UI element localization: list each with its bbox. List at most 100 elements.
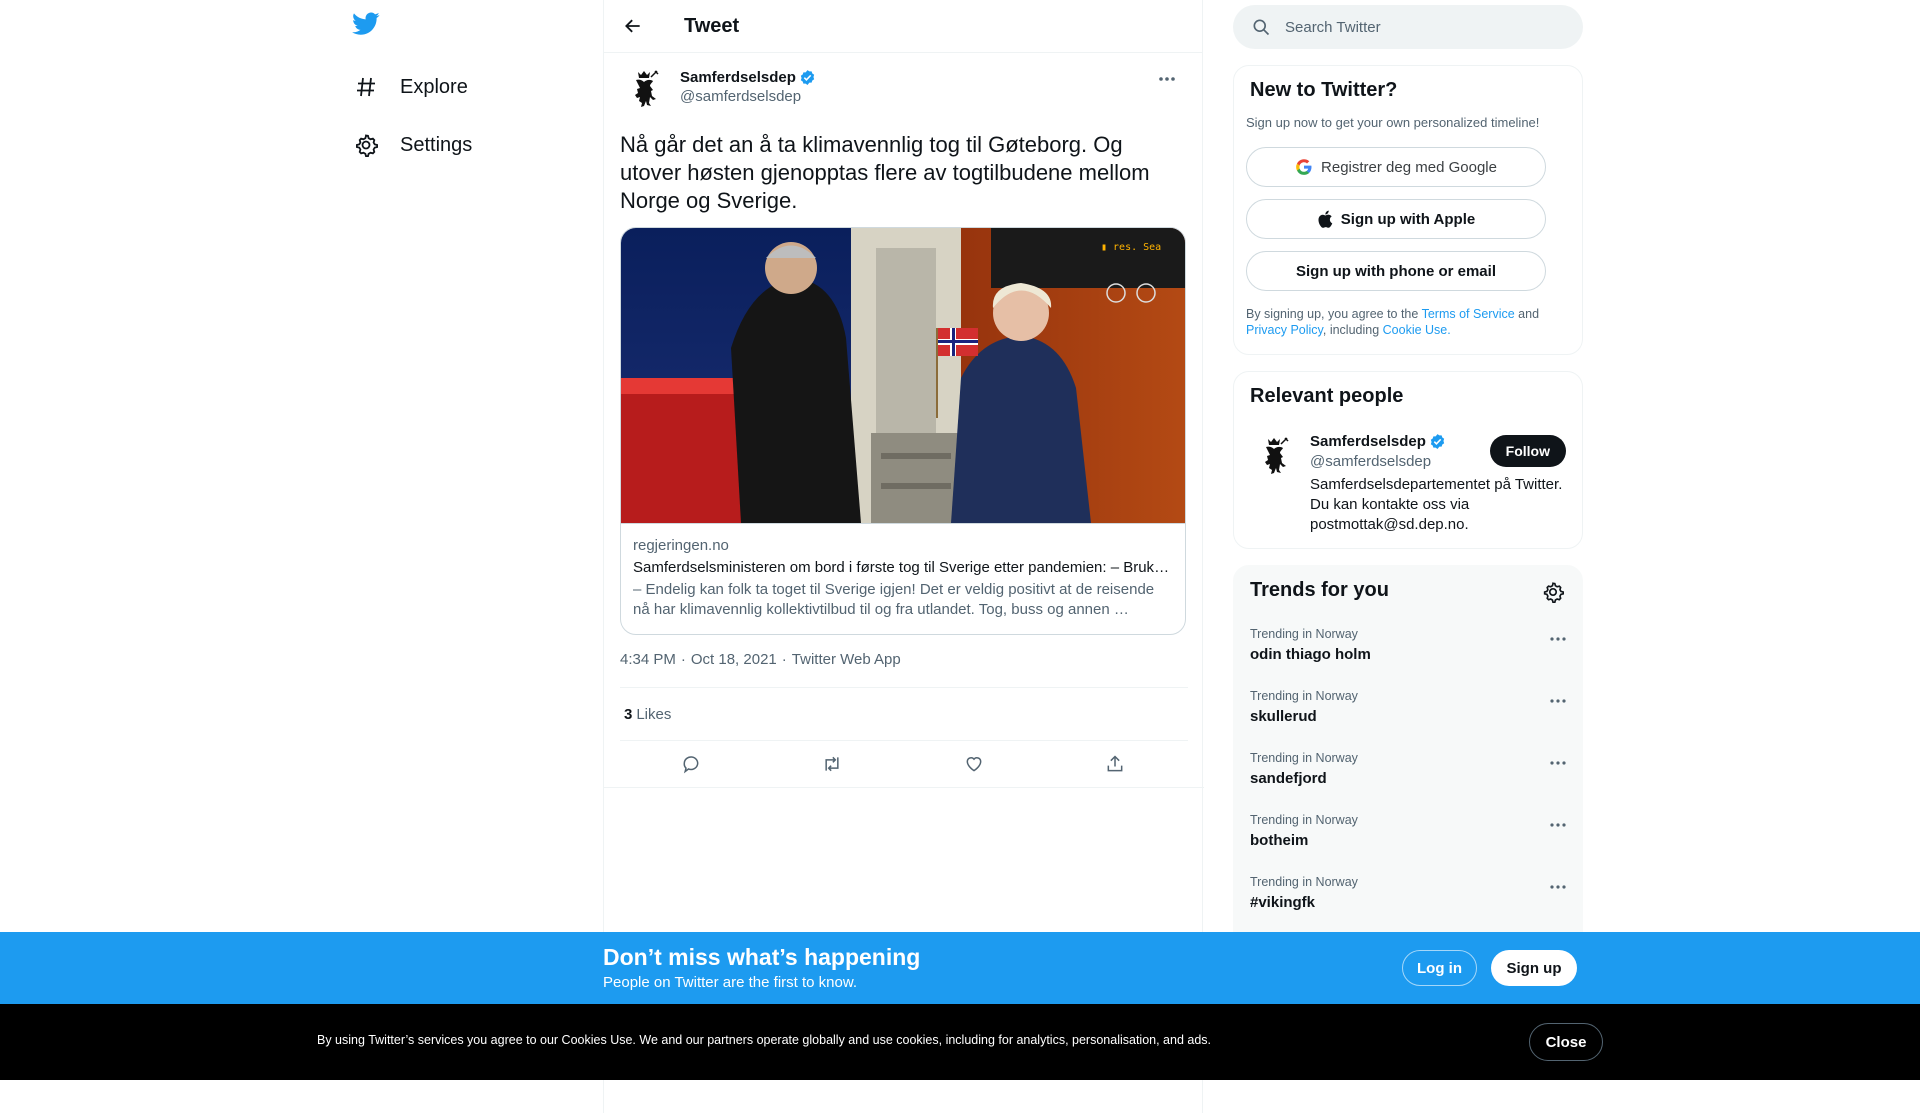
legal-text: By signing up, you agree to the Terms of… xyxy=(1246,306,1566,338)
twitter-bird-icon[interactable] xyxy=(352,12,384,42)
new-to-twitter-panel: New to Twitter? Sign up now to get your … xyxy=(1233,65,1583,355)
terms-link[interactable]: Terms of Service xyxy=(1422,307,1515,321)
follow-button[interactable]: Follow xyxy=(1489,435,1566,467)
legal-including: , including xyxy=(1322,323,1383,337)
retweet-button[interactable] xyxy=(815,747,849,781)
more-options-button[interactable] xyxy=(1152,67,1182,91)
reply-button[interactable] xyxy=(674,747,708,781)
privacy-link[interactable]: Privacy Policy xyxy=(1246,323,1323,337)
more-icon[interactable] xyxy=(1546,753,1570,773)
trends-panel: Trends for you Trending in Norway odin t… xyxy=(1233,565,1583,985)
google-signup-button[interactable]: Registrer deg med Google xyxy=(1246,147,1546,187)
more-icon xyxy=(1159,77,1175,81)
svg-text:▮ res. Sea: ▮ res. Sea xyxy=(1101,242,1161,253)
trend-item[interactable]: Trending in Norway botheim xyxy=(1234,805,1584,867)
likes-label: Likes xyxy=(636,705,672,723)
search-icon xyxy=(1253,19,1270,36)
trend-context: Trending in Norway xyxy=(1250,689,1358,703)
gear-icon xyxy=(352,131,380,159)
banner-title: Don’t miss what’s happening xyxy=(603,944,921,970)
arrow-left-icon xyxy=(625,19,640,33)
tweet-time[interactable]: 4:34 PM xyxy=(620,651,676,671)
separator: · xyxy=(680,651,686,668)
panel-title: New to Twitter? xyxy=(1250,79,1398,101)
divider xyxy=(604,787,1204,788)
more-icon[interactable] xyxy=(1546,815,1570,835)
legal-and: and xyxy=(1514,307,1540,321)
card-description: – Endelig kan folk ta toget til Sverige … xyxy=(633,581,1155,618)
more-icon[interactable] xyxy=(1546,877,1570,897)
close-button[interactable]: Close xyxy=(1529,1023,1603,1061)
trend-context: Trending in Norway xyxy=(1250,813,1358,827)
more-icon[interactable] xyxy=(1546,629,1570,649)
trend-context: Trending in Norway xyxy=(1250,751,1358,765)
nav-item-explore[interactable]: Explore xyxy=(352,67,468,107)
trend-name: skullerud xyxy=(1250,708,1317,725)
panel-title: Relevant people xyxy=(1250,385,1404,407)
search-input[interactable] xyxy=(1285,18,1565,36)
relevant-person-name[interactable]: Samferdselsdep xyxy=(1310,433,1446,450)
gear-icon[interactable] xyxy=(1542,581,1564,603)
tweet-actions xyxy=(620,741,1186,787)
google-icon xyxy=(1295,158,1313,176)
tweet-date[interactable]: Oct 18, 2021 xyxy=(691,651,777,671)
trend-item[interactable]: Trending in Norway sandefjord xyxy=(1234,743,1584,805)
tweet-author: Samferdselsdep @samferdselsdep xyxy=(620,53,1186,115)
trend-name: #vikingfk xyxy=(1250,894,1316,911)
nav-item-settings[interactable]: Settings xyxy=(352,125,472,165)
reply-icon xyxy=(683,756,699,774)
author-handle[interactable]: @samferdselsdep xyxy=(680,88,816,105)
legal-prefix: By signing up, you agree to the xyxy=(1246,307,1422,321)
login-button[interactable]: Log in xyxy=(1402,950,1477,986)
share-button[interactable] xyxy=(1098,747,1132,781)
trend-item[interactable]: Trending in Norway #vikingfk xyxy=(1234,867,1584,929)
cookie-link[interactable]: Cookie Use. xyxy=(1383,323,1451,337)
apple-icon xyxy=(1317,210,1333,228)
panel-title: Trends for you xyxy=(1250,579,1389,601)
hashtag-icon xyxy=(352,73,380,101)
page-header: Tweet xyxy=(604,0,1202,53)
author-display-name[interactable]: Samferdselsdep xyxy=(680,69,816,86)
tweet-source[interactable]: Twitter Web App xyxy=(792,651,901,671)
separator: · xyxy=(781,651,787,668)
avatar[interactable] xyxy=(1250,432,1298,480)
more-icon[interactable] xyxy=(1546,691,1570,711)
search-bar[interactable] xyxy=(1233,5,1583,49)
apple-signup-button[interactable]: Sign up with Apple xyxy=(1246,199,1546,239)
relevant-people-panel: Relevant people Samferdselsdep @samferds… xyxy=(1233,371,1583,549)
likes-count[interactable]: 3 Likes xyxy=(620,688,1186,740)
signup-button[interactable]: Sign up xyxy=(1491,950,1577,986)
trend-item[interactable]: Trending in Norway skullerud xyxy=(1234,681,1584,743)
display-name-text: Samferdselsdep xyxy=(680,69,796,86)
back-button[interactable] xyxy=(616,9,650,43)
author-names: Samferdselsdep @samferdselsdep xyxy=(680,69,816,115)
trend-name: sandefjord xyxy=(1250,770,1327,787)
phone-signup-label: Sign up with phone or email xyxy=(1295,262,1496,280)
tweet-meta: 4:34 PM · Oct 18, 2021 · Twitter Web App xyxy=(620,651,1186,671)
relevant-name-text: Samferdselsdep xyxy=(1310,433,1426,450)
card-body: regjeringen.no Samferdselsministeren om … xyxy=(621,523,1185,634)
signup-banner: Don’t miss what’s happening People on Tw… xyxy=(0,932,1920,1004)
norwegian-lion-crest-icon xyxy=(1265,437,1289,474)
avatar[interactable] xyxy=(620,65,668,113)
trend-name: botheim xyxy=(1250,832,1309,849)
verified-badge-icon xyxy=(1430,434,1445,449)
banner-subtitle: People on Twitter are the first to know. xyxy=(603,974,858,991)
link-card[interactable]: ▮ res. Sea regjeringen.no Samferdselsmin… xyxy=(620,227,1186,635)
train-photo-image: ▮ res. Sea xyxy=(621,228,1185,523)
trend-context: Trending in Norway xyxy=(1250,627,1358,641)
nav-item-label: Explore xyxy=(400,75,468,98)
norwegian-lion-crest-icon xyxy=(635,70,659,107)
panel-subtitle: Sign up now to get your own personalized… xyxy=(1246,115,1540,130)
tweet: Samferdselsdep @samferdselsdep Nå går de… xyxy=(604,53,1204,788)
trend-context: Trending in Norway xyxy=(1250,875,1358,889)
cookie-banner: By using Twitter’s services you agree to… xyxy=(0,1004,1920,1080)
page-title: Tweet xyxy=(684,14,740,37)
relevant-person-handle[interactable]: @samferdselsdep xyxy=(1310,453,1431,470)
card-domain: regjeringen.no xyxy=(633,537,729,554)
phone-email-signup-button[interactable]: Sign up with phone or email xyxy=(1246,251,1546,291)
trend-item[interactable]: Trending in Norway odin thiago holm xyxy=(1234,619,1584,681)
apple-signup-label: Sign up with Apple xyxy=(1340,210,1476,228)
like-button[interactable] xyxy=(957,747,991,781)
tweet-text: Nå går det an å ta klimavennlig tog til … xyxy=(620,132,1150,213)
